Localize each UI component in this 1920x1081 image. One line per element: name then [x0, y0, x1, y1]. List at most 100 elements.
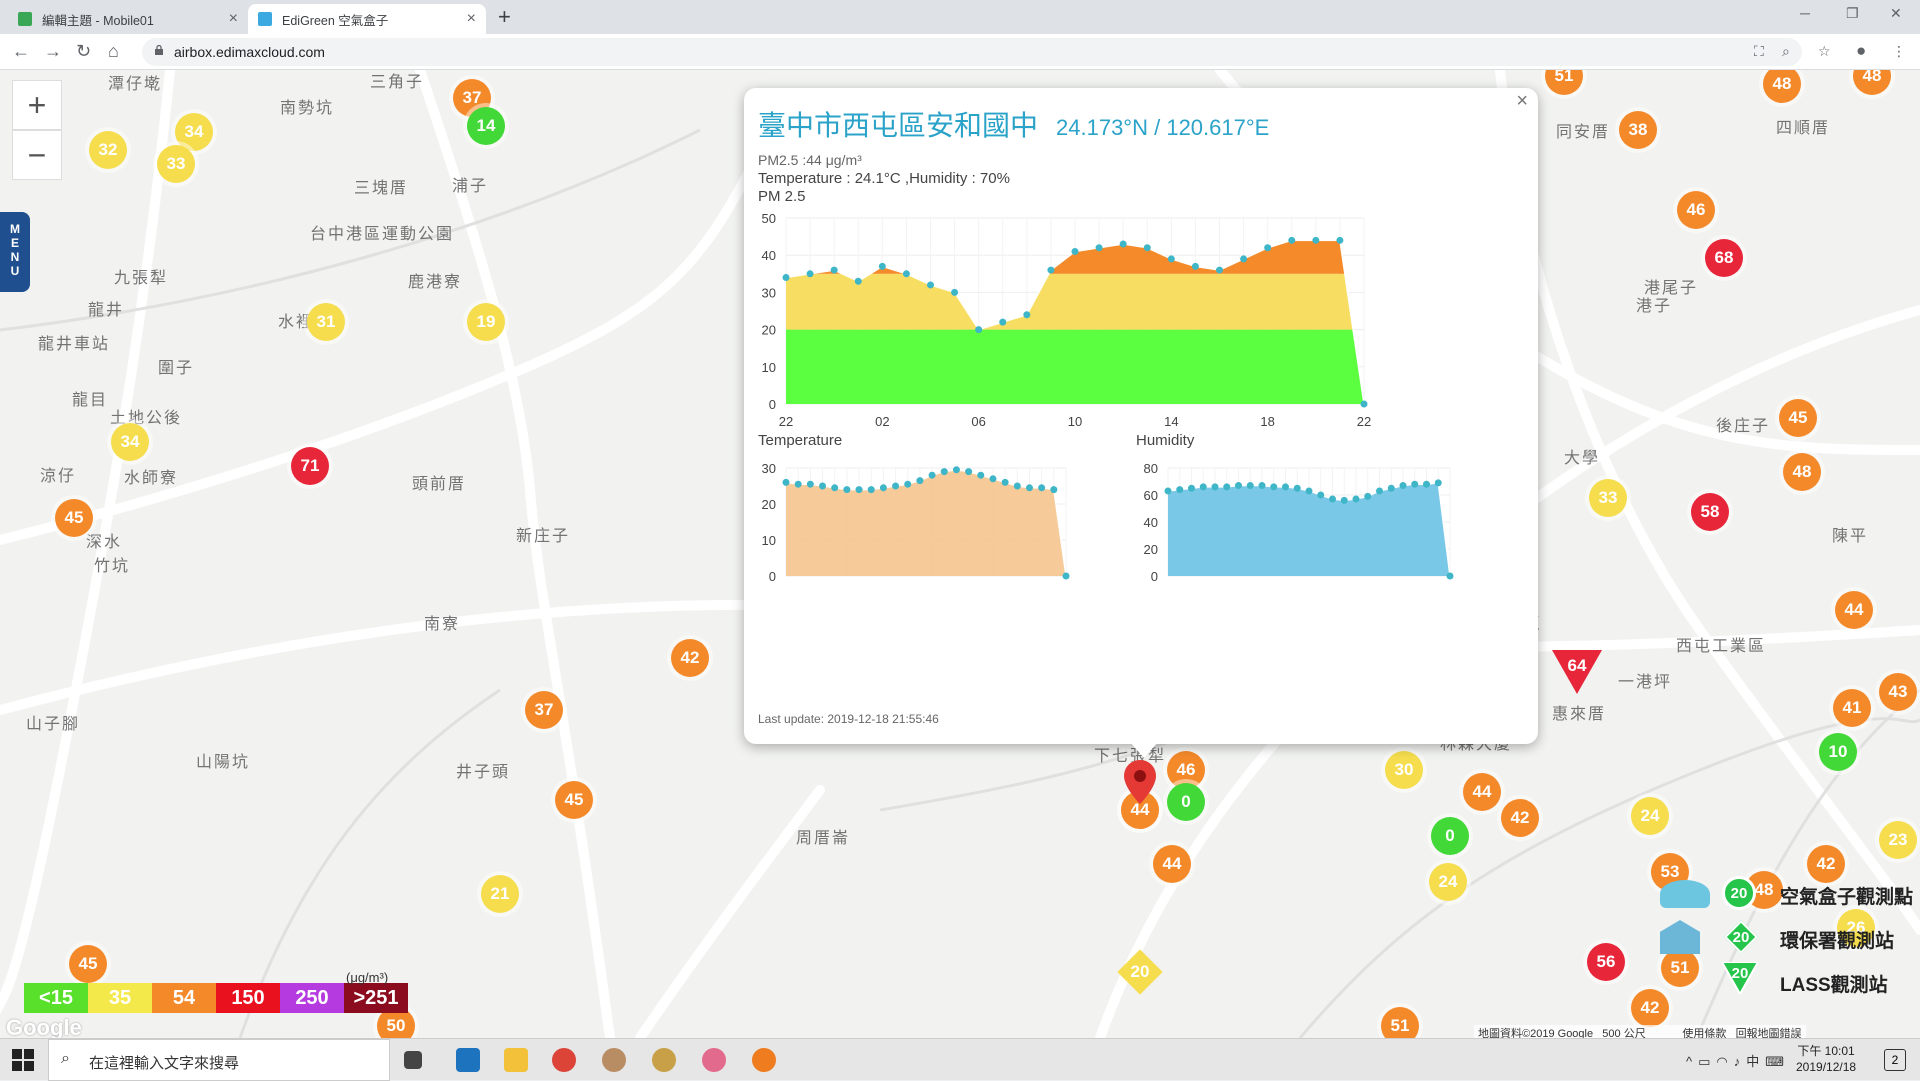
keyboard-icon[interactable]: ⌨: [1765, 1054, 1790, 1069]
aqi-marker[interactable]: 42: [1631, 989, 1669, 1027]
lass-layer-badge[interactable]: 20: [1722, 962, 1758, 994]
aqi-marker[interactable]: 14: [467, 107, 505, 145]
minimize-window-icon[interactable]: ─: [1800, 5, 1810, 21]
aqi-marker[interactable]: 32: [89, 131, 127, 169]
zoom-in-button[interactable]: +: [12, 80, 62, 130]
airbox-layer-label[interactable]: 空氣盒子觀測點: [1780, 882, 1913, 909]
diamond-marker[interactable]: 20: [1117, 949, 1163, 995]
data-point: [1360, 400, 1368, 408]
zoom-out-button[interactable]: −: [12, 130, 62, 180]
taskbar-clock[interactable]: 下午 10:01 2019/12/18: [1796, 1043, 1856, 1075]
terms-link[interactable]: 使用條款: [1682, 1028, 1726, 1038]
aqi-marker[interactable]: 38: [1619, 111, 1657, 149]
aqi-marker[interactable]: 46: [1677, 191, 1715, 229]
zoom-icon[interactable]: ⌕: [1782, 43, 1790, 60]
selected-location-pin-icon[interactable]: [1124, 760, 1156, 804]
app-icon-blender[interactable]: [752, 1048, 776, 1072]
aqi-marker[interactable]: 42: [671, 639, 709, 677]
notification-center-icon[interactable]: 2: [1884, 1049, 1906, 1071]
aqi-marker[interactable]: 71: [291, 447, 329, 485]
airbox-layer-icon[interactable]: [1660, 880, 1710, 908]
aqi-marker[interactable]: 45: [555, 781, 593, 819]
aqi-marker[interactable]: 48: [1783, 453, 1821, 491]
app-icon-fox[interactable]: [652, 1048, 676, 1072]
tab-edigreen[interactable]: EdiGreen 空氣盒子 ×: [248, 4, 486, 34]
place-label: 山陽坑: [196, 754, 251, 771]
close-tab-icon[interactable]: ×: [467, 10, 476, 28]
data-point: [951, 288, 959, 296]
network-icon[interactable]: ▭: [1698, 1054, 1716, 1069]
file-explorer-icon[interactable]: [504, 1048, 528, 1072]
aqi-marker[interactable]: 30: [1385, 751, 1423, 789]
aqi-marker[interactable]: 33: [157, 145, 195, 183]
aqi-marker[interactable]: 19: [467, 303, 505, 341]
aqi-marker[interactable]: 44: [1835, 591, 1873, 629]
aqi-marker[interactable]: 45: [69, 945, 107, 983]
place-label: 圍子: [158, 360, 195, 377]
aqi-marker[interactable]: 56: [1587, 943, 1625, 981]
wifi-icon[interactable]: ◠: [1716, 1054, 1733, 1069]
triangle-marker[interactable]: 64: [1552, 650, 1602, 694]
ime-indicator[interactable]: 中: [1746, 1054, 1765, 1069]
report-error-link[interactable]: 回報地圖錯誤: [1736, 1028, 1802, 1038]
lass-layer-label[interactable]: LASS觀測站: [1780, 970, 1888, 997]
aqi-marker[interactable]: 23: [1879, 821, 1917, 859]
system-tray[interactable]: ^▭◠♪中⌨: [1686, 1051, 1790, 1070]
aqi-marker[interactable]: 0: [1167, 783, 1205, 821]
forward-arrow-icon[interactable]: →: [44, 41, 62, 62]
chrome-browser-icon[interactable]: [552, 1048, 576, 1072]
aqi-marker[interactable]: 34: [111, 423, 149, 461]
tab-mobile01[interactable]: 編輯主題 - Mobile01 ×: [8, 4, 248, 34]
place-label: 惠來厝: [1552, 706, 1607, 723]
translate-icon[interactable]: ⛶: [1754, 43, 1764, 60]
aqi-marker[interactable]: 51: [1381, 1007, 1419, 1038]
aqi-marker[interactable]: 44: [1463, 773, 1501, 811]
aqi-marker[interactable]: 31: [307, 303, 345, 341]
aqi-marker[interactable]: 24: [1631, 797, 1669, 835]
aqi-marker[interactable]: 21: [481, 875, 519, 913]
tab-title: 編輯主題 - Mobile01: [42, 13, 154, 28]
reload-icon[interactable]: ↻: [76, 41, 91, 62]
volume-icon[interactable]: ♪: [1734, 1054, 1747, 1069]
windows-start-icon[interactable]: [12, 1049, 34, 1071]
task-view-icon[interactable]: [404, 1051, 422, 1069]
place-label: 深水: [86, 534, 123, 551]
map-view[interactable]: 潭仔墘 三角子 南勢坑 三塊厝 浦子 台中港區運動公園 九張犁 龍井 水裡社 鹿港寮 龍井車站 圍子龍…: [0, 70, 1920, 1038]
address-bar[interactable]: airbox.edimaxcloud.com ⛶ ⌕: [142, 38, 1802, 66]
app-icon-compass[interactable]: [602, 1048, 626, 1072]
aqi-marker[interactable]: 44: [1153, 845, 1191, 883]
aqi-marker[interactable]: 68: [1705, 239, 1743, 277]
taskbar-search-box[interactable]: ⌕ 在這裡輸入文字來搜尋: [48, 1039, 390, 1081]
close-window-icon[interactable]: ✕: [1890, 5, 1902, 22]
account-avatar-icon[interactable]: ●: [1856, 41, 1866, 61]
aqi-marker[interactable]: 42: [1501, 799, 1539, 837]
aqi-marker[interactable]: 42: [1807, 845, 1845, 883]
aqi-marker[interactable]: 45: [55, 499, 93, 537]
more-menu-icon[interactable]: ⋮: [1892, 43, 1906, 60]
aqi-marker[interactable]: 33: [1589, 479, 1627, 517]
aqi-marker[interactable]: 58: [1691, 493, 1729, 531]
back-arrow-icon[interactable]: ←: [12, 41, 30, 62]
tray-chevron-icon[interactable]: ^: [1686, 1054, 1698, 1069]
aqi-marker[interactable]: 43: [1879, 673, 1917, 711]
epa-layer-label[interactable]: 環保署觀測站: [1780, 926, 1894, 953]
edge-browser-icon[interactable]: [456, 1048, 480, 1072]
data-point: [867, 486, 875, 494]
aqi-marker[interactable]: 24: [1429, 863, 1467, 901]
restore-window-icon[interactable]: ❐: [1846, 5, 1859, 22]
bookmark-star-icon[interactable]: ☆: [1818, 43, 1831, 60]
app-icon-snipping[interactable]: [702, 1048, 726, 1072]
aqi-marker[interactable]: 10: [1819, 733, 1857, 771]
aqi-marker[interactable]: 41: [1833, 689, 1871, 727]
aqi-marker[interactable]: 51: [1661, 949, 1699, 987]
close-tab-icon[interactable]: ×: [229, 10, 238, 28]
new-tab-button[interactable]: +: [498, 4, 511, 30]
aqi-marker[interactable]: 37: [525, 691, 563, 729]
place-label: 三塊厝: [354, 180, 409, 197]
menu-button[interactable]: MENU: [0, 212, 30, 292]
y-tick-label: 80: [1144, 461, 1158, 476]
aqi-marker[interactable]: 0: [1431, 817, 1469, 855]
home-icon[interactable]: ⌂: [108, 41, 119, 62]
popup-close-button[interactable]: ×: [1516, 90, 1528, 113]
aqi-marker[interactable]: 45: [1779, 399, 1817, 437]
